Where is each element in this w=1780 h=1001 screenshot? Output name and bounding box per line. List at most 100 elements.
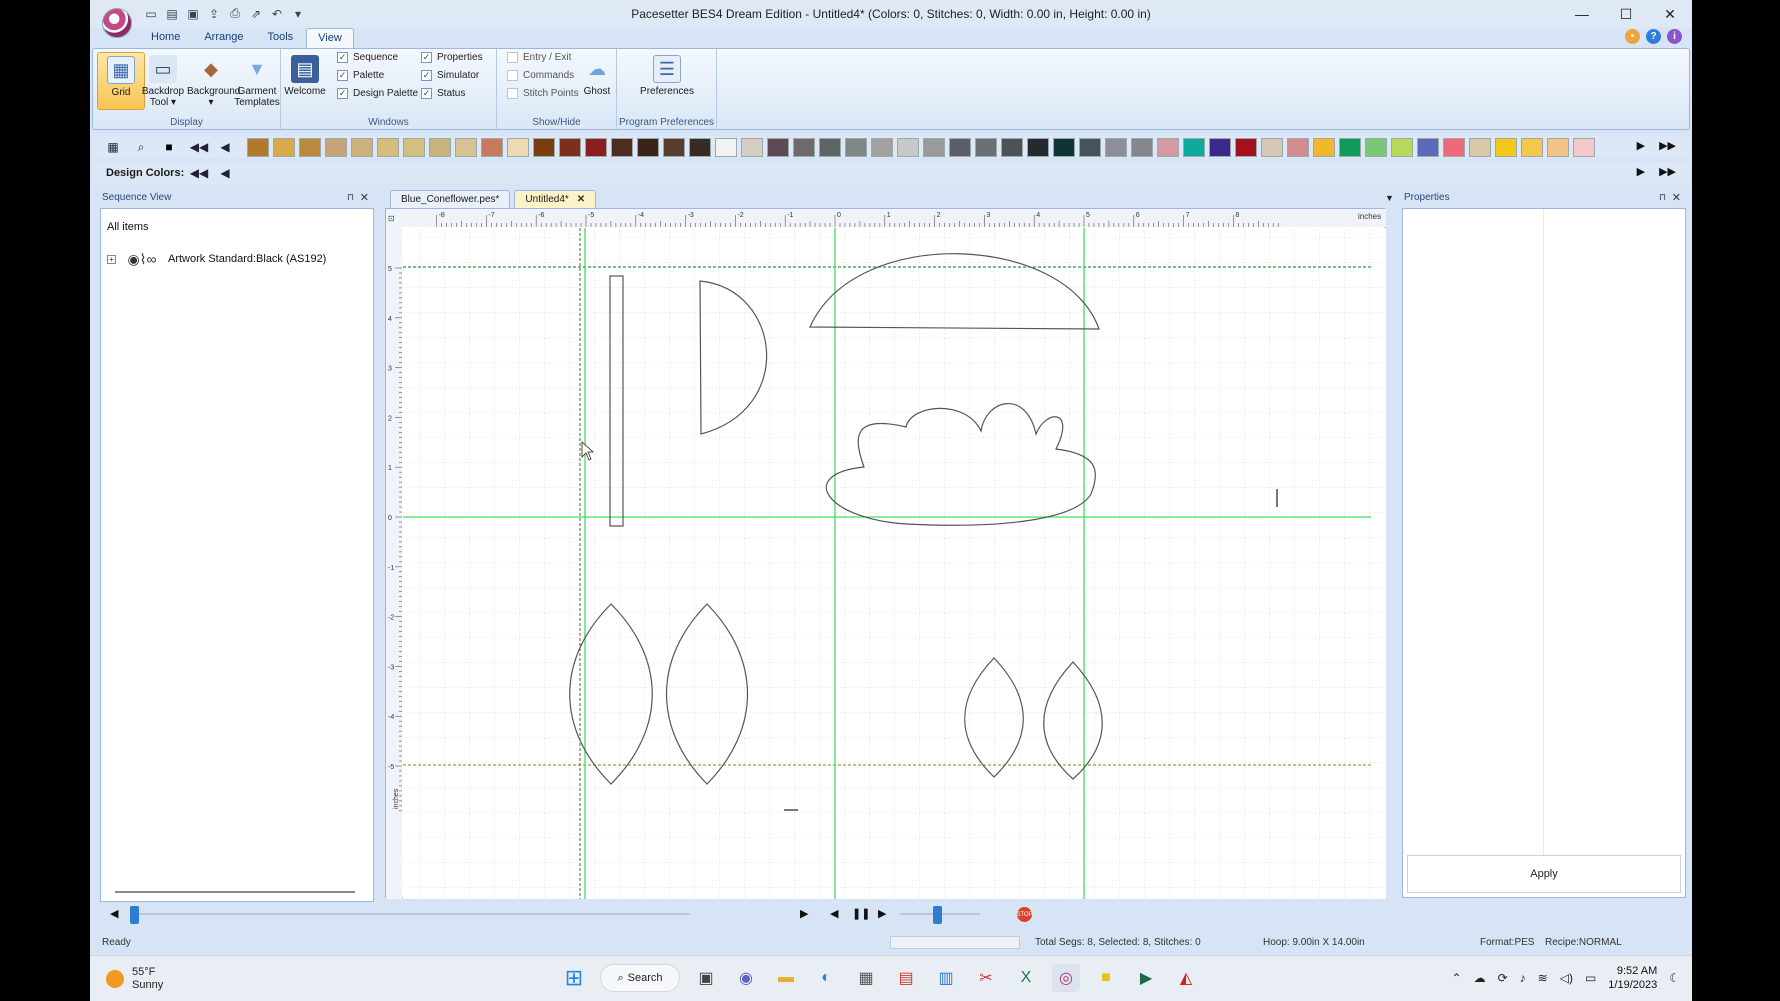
pacesetter-app-icon[interactable]: ◎ [1052, 964, 1080, 992]
stop-icon[interactable]: STOP [1016, 907, 1033, 922]
check-entry-exit[interactable]: ✓ Entry / Exit [507, 49, 571, 65]
clock[interactable]: 9:52 AM 1/19/2023 [1608, 964, 1657, 992]
color-swatch[interactable] [1287, 138, 1309, 157]
design-first-icon[interactable]: ◀◀ [190, 165, 208, 181]
color-swatch[interactable] [377, 138, 399, 157]
sim-back-icon[interactable]: ◀ [110, 907, 118, 920]
search-box[interactable]: ⌕ Search [600, 964, 680, 992]
ghost-button[interactable]: ☁ Ghost [579, 52, 615, 110]
color-swatch[interactable] [455, 138, 477, 157]
app-menu-orb[interactable] [102, 8, 132, 38]
next-page-icon[interactable]: ▶ [1637, 139, 1645, 152]
vertical-scroll-handle[interactable] [1276, 489, 1278, 507]
color-swatch[interactable] [1339, 138, 1361, 157]
design-canvas[interactable]: -8 -7 -6 -5 -4 -3 -2 -1 0 1 2 3 4 5 6 7 8 5 4 3 2 1 0 -1 -2 -3 -4… [385, 208, 1386, 899]
preferences-button[interactable]: ☰ Preferences [637, 52, 697, 110]
color-swatch[interactable] [1495, 138, 1517, 157]
wifi-icon[interactable]: ≋ [1538, 971, 1548, 985]
color-swatch[interactable] [1365, 138, 1387, 157]
color-swatch[interactable] [845, 138, 867, 157]
pause-icon[interactable]: ❚❚ [852, 907, 870, 920]
acrobat-icon[interactable]: ◭ [1172, 964, 1200, 992]
show-hidden-icons-icon[interactable]: ⌃ [1452, 971, 1462, 985]
color-swatch[interactable] [1209, 138, 1231, 157]
checkbox[interactable]: ✓ [507, 51, 518, 63]
help-icon[interactable]: ? [1646, 29, 1661, 44]
pin-icon[interactable]: ⊓ [1659, 192, 1666, 203]
color-swatch[interactable] [1235, 138, 1257, 157]
speed-slider-thumb[interactable] [933, 906, 942, 924]
document-app-icon[interactable]: ▥ [932, 964, 960, 992]
microphone-icon[interactable]: ♪ [1520, 971, 1526, 985]
check-commands[interactable]: ✓ Commands [507, 67, 574, 83]
checkbox[interactable]: ✓ [421, 51, 432, 63]
first-page-icon[interactable]: ◀◀ [190, 139, 208, 155]
color-swatch[interactable] [793, 138, 815, 157]
color-swatch[interactable] [611, 138, 633, 157]
color-swatch[interactable] [403, 138, 425, 157]
notifications-icon[interactable]: ☾ [1669, 971, 1680, 985]
checkbox[interactable]: ✓ [337, 51, 348, 63]
color-swatch[interactable] [1157, 138, 1179, 157]
color-swatch[interactable] [1313, 138, 1335, 157]
start-icon[interactable]: ⊞ [560, 964, 588, 992]
file-explorer-icon[interactable]: ▬ [772, 964, 800, 992]
color-swatch[interactable] [637, 138, 659, 157]
design-previous-icon[interactable]: ◀ [216, 165, 234, 181]
color-swatch[interactable] [507, 138, 529, 157]
excel-icon[interactable]: X [1012, 964, 1040, 992]
tree-root[interactable]: All items [107, 221, 149, 233]
sticky-notes-icon[interactable]: ■ [1092, 964, 1120, 992]
magnifier-icon[interactable]: ⌕ [132, 139, 150, 155]
check-stitch-points[interactable]: ✓ Stitch Points [507, 85, 579, 101]
garment-templates-button[interactable]: ▼ Garment Templates [233, 52, 281, 110]
color-swatch[interactable] [741, 138, 763, 157]
color-swatch[interactable] [1079, 138, 1101, 157]
sim-progress-track[interactable] [130, 913, 690, 915]
check-simulator[interactable]: ✓ Simulator [421, 67, 479, 83]
color-swatch[interactable] [1131, 138, 1153, 157]
check-properties[interactable]: ✓ Properties [421, 49, 483, 65]
palette-grid-icon[interactable]: ▦ [104, 139, 122, 155]
battery-icon[interactable]: ▭ [1585, 971, 1596, 985]
color-swatch[interactable] [533, 138, 555, 157]
welcome-button[interactable]: ▤ Welcome [281, 52, 329, 110]
color-swatch[interactable] [1027, 138, 1049, 157]
color-swatch[interactable] [1547, 138, 1569, 157]
tab-blue-coneflower[interactable]: Blue_Coneflower.pes* [390, 190, 511, 208]
horizontal-scrollbar[interactable] [115, 891, 355, 893]
color-swatch[interactable] [1001, 138, 1023, 157]
color-swatch[interactable] [351, 138, 373, 157]
tab-tools[interactable]: Tools [256, 28, 304, 49]
color-swatch[interactable] [1521, 138, 1543, 157]
last-page-icon[interactable]: ▶▶ [1659, 139, 1676, 152]
snipping-tool-icon[interactable]: ✂ [972, 964, 1000, 992]
checkbox[interactable]: ✓ [337, 69, 348, 81]
lock-icon[interactable]: • [1625, 29, 1640, 44]
color-swatch[interactable] [1105, 138, 1127, 157]
weather-widget[interactable]: 55°F Sunny [106, 966, 163, 992]
close-tab-icon[interactable]: ✕ [577, 194, 585, 205]
color-swatch[interactable] [1469, 138, 1491, 157]
backdrop-tool-button[interactable]: ▭ Backdrop Tool ▾ [139, 52, 187, 110]
tabs-dropdown-icon[interactable]: ▼ [1385, 193, 1394, 203]
sync-icon[interactable]: ⟳ [1498, 971, 1508, 985]
checkbox[interactable]: ✓ [337, 87, 348, 99]
previous-page-icon[interactable]: ◀ [216, 139, 234, 155]
checkbox[interactable]: ✓ [507, 87, 518, 99]
checkbox[interactable]: ✓ [507, 69, 518, 81]
step-back-icon[interactable]: ◀ [830, 907, 838, 920]
checkbox[interactable]: ✓ [421, 69, 432, 81]
color-swatch[interactable] [247, 138, 269, 157]
color-swatch[interactable] [299, 138, 321, 157]
color-swatch[interactable] [1261, 138, 1283, 157]
calculator-icon[interactable]: ▦ [852, 964, 880, 992]
black-swatch-icon[interactable]: ■ [160, 139, 178, 155]
color-swatch[interactable] [949, 138, 971, 157]
chat-icon[interactable]: ◉ [732, 964, 760, 992]
color-swatch[interactable] [1053, 138, 1075, 157]
tree-item[interactable]: + ◉⌇∞ Artwork Standard:Black (AS192) [107, 245, 326, 273]
color-swatch[interactable] [481, 138, 503, 157]
color-swatch[interactable] [871, 138, 893, 157]
edge-icon[interactable]: ◐ [812, 964, 840, 992]
